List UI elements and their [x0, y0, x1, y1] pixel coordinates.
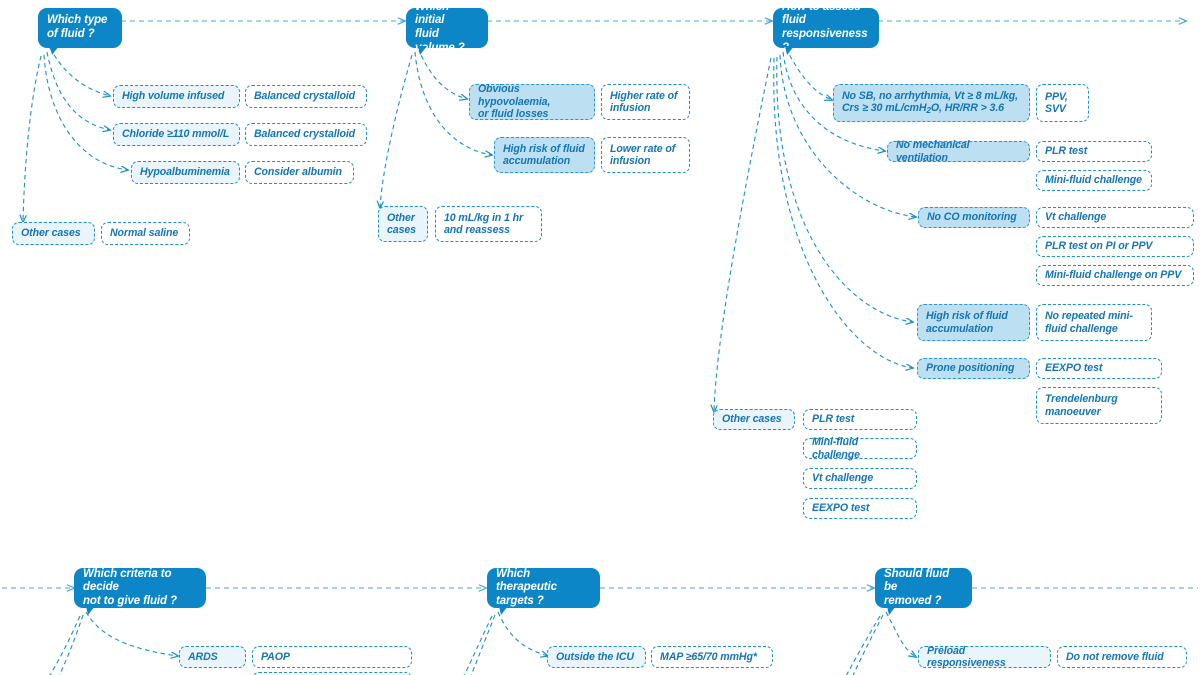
condition-no-sb-no-arrhythmia[interactable]: No SB, no arrhythmia, Vt ≥ 8 mL/kg, Crs …	[833, 84, 1030, 122]
condition-label: Obvious hypovolaemia, or fluid losses	[478, 83, 551, 121]
question-label-fluid-removal: Should fluid be removed ?	[884, 567, 950, 607]
condition-high-risk-accumulation-resp[interactable]: High risk of fluid accumulation	[917, 304, 1030, 341]
condition-label: Hypoalbuminemia	[140, 166, 230, 179]
action-mini-fluid-challenge-2[interactable]: Mini-fluid challenge	[803, 436, 917, 461]
question-label-fluid-type: Which type of fluid ?	[47, 14, 108, 40]
condition-high-volume-infused[interactable]: High volume infused	[113, 85, 240, 108]
flowchart-canvas: Which type of fluid ? High volume infuse…	[0, 0, 1200, 675]
condition-hypoalbuminemia[interactable]: Hypoalbuminemia	[131, 161, 240, 184]
action-plr-test-pi-ppv[interactable]: PLR test on PI or PPV	[1036, 236, 1194, 257]
condition-label: No mechanical ventilation	[896, 139, 970, 164]
action-label: MAP ≥65/70 mmHg*	[660, 650, 757, 663]
action-balanced-crystalloid-2[interactable]: Balanced crystalloid	[245, 123, 367, 146]
action-higher-rate-infusion[interactable]: Higher rate of infusion	[601, 84, 690, 120]
action-label: Do not remove fluid	[1066, 650, 1164, 663]
condition-label: Chloride ≥110 mmol/L	[122, 128, 230, 141]
action-label: PPV, SVV	[1045, 90, 1068, 116]
action-label: Mini-fluid challenge	[812, 436, 860, 461]
action-label: Balanced crystalloid	[254, 90, 356, 103]
action-lower-rate-infusion[interactable]: Lower rate of infusion	[601, 137, 690, 173]
condition-other-cases-responsiveness[interactable]: Other cases	[713, 409, 795, 430]
action-label: Vt challenge	[812, 472, 874, 485]
action-label: Vt challenge	[1045, 211, 1107, 224]
condition-label: Other cases	[21, 227, 81, 240]
action-balanced-crystalloid-1[interactable]: Balanced crystalloid	[245, 85, 367, 108]
condition-chloride-110[interactable]: Chloride ≥110 mmol/L	[113, 123, 240, 146]
action-label: 10 mL/kg in 1 hr and reassess	[444, 211, 524, 237]
action-vt-challenge-2[interactable]: Vt challenge	[803, 468, 917, 489]
action-eexpo-test-2[interactable]: EEXPO test	[803, 498, 917, 519]
question-box-fluid-type[interactable]: Which type of fluid ?	[38, 8, 122, 55]
question-box-fluid-responsiveness[interactable]: How to assess fluid responsiveness ?	[773, 1, 879, 55]
question-box-therapeutic-targets[interactable]: Which therapeutic targets ?	[487, 567, 600, 615]
action-eexpo-test-1[interactable]: EEXPO test	[1036, 358, 1162, 379]
condition-label: Other cases	[387, 211, 416, 237]
condition-no-co-monitoring[interactable]: No CO monitoring	[918, 207, 1030, 228]
action-label: EEXPO test	[1045, 362, 1103, 375]
question-label-therapeutic-targets: Which therapeutic targets ?	[496, 567, 557, 607]
condition-other-cases-fluid-type[interactable]: Other cases	[12, 222, 95, 245]
question-box-fluid-removal[interactable]: Should fluid be removed ?	[875, 567, 972, 615]
condition-preload-responsiveness[interactable]: Preload responsiveness	[918, 644, 1051, 670]
question-box-no-fluid-criteria[interactable]: Which criteria to decide not to give flu…	[74, 567, 206, 615]
condition-prone-positioning[interactable]: Prone positioning	[917, 358, 1030, 379]
condition-label: No SB, no arrhythmia, Vt ≥ 8 mL/kg, Crs …	[842, 89, 1018, 116]
callout-tail	[499, 606, 508, 615]
action-label: Consider albumin	[254, 166, 342, 179]
question-label-no-fluid-criteria: Which criteria to decide not to give flu…	[83, 567, 177, 607]
condition-high-risk-accumulation-vol[interactable]: High risk of fluid accumulation	[494, 137, 595, 173]
condition-label: Preload responsiveness	[927, 644, 1006, 670]
action-label: Normal saline	[110, 227, 179, 240]
action-label: PAOP	[261, 650, 290, 663]
action-mini-fluid-challenge-ppv[interactable]: Mini-fluid challenge on PPV	[1036, 265, 1194, 286]
action-consider-albumin[interactable]: Consider albumin	[245, 161, 354, 184]
condition-label: High risk of fluid accumulation	[503, 142, 585, 168]
condition-label: ARDS	[188, 650, 218, 663]
condition-other-cases-volume[interactable]: Other cases	[378, 206, 428, 242]
action-trendelenburg-manoeuver[interactable]: Trendelenburg manoeuver	[1036, 387, 1162, 424]
condition-label: Prone positioning	[926, 362, 1015, 375]
action-label: Lower rate of infusion	[610, 142, 676, 168]
action-label: Higher rate of infusion	[610, 89, 678, 115]
condition-label: No CO monitoring	[927, 211, 1017, 224]
question-box-initial-volume[interactable]: Which initial fluid volume ?	[406, 1, 488, 55]
action-plr-test-2[interactable]: PLR test	[803, 409, 917, 430]
condition-no-mechanical-ventilation[interactable]: No mechanical ventilation	[887, 139, 1030, 164]
action-label: PLR test	[1045, 145, 1088, 158]
action-label: EEXPO test	[812, 502, 870, 515]
action-label: Mini-fluid challenge	[1045, 174, 1142, 187]
condition-label: High volume infused	[122, 90, 225, 103]
condition-obvious-hypovolaemia[interactable]: Obvious hypovolaemia, or fluid losses	[469, 83, 595, 121]
action-paop[interactable]: PAOP	[252, 646, 412, 668]
callout-tail	[887, 606, 896, 615]
action-ppv-svv[interactable]: PPV, SVV	[1036, 84, 1089, 122]
action-label: Mini-fluid challenge on PPV	[1045, 269, 1182, 282]
action-label: No repeated mini- fluid challenge	[1045, 310, 1133, 335]
action-label: PLR test	[812, 413, 855, 426]
question-label-fluid-responsiveness: How to assess fluid responsiveness ?	[782, 0, 868, 54]
callout-tail	[86, 606, 95, 615]
action-map-target[interactable]: MAP ≥65/70 mmHg*	[651, 646, 773, 668]
condition-label: High risk of fluid accumulation	[926, 310, 1008, 335]
action-do-not-remove-fluid[interactable]: Do not remove fluid	[1057, 646, 1187, 668]
action-vt-challenge-1[interactable]: Vt challenge	[1036, 207, 1194, 228]
condition-outside-the-icu[interactable]: Outside the ICU	[547, 646, 646, 668]
condition-label: Other cases	[722, 413, 782, 426]
action-label: Trendelenburg manoeuver	[1045, 393, 1118, 418]
action-label: PLR test on PI or PPV	[1045, 240, 1153, 253]
action-mini-fluid-challenge-1[interactable]: Mini-fluid challenge	[1036, 170, 1152, 191]
condition-ards[interactable]: ARDS	[179, 646, 246, 668]
action-label: Balanced crystalloid	[254, 128, 356, 141]
condition-label: Outside the ICU	[556, 650, 634, 663]
callout-tail	[50, 46, 59, 55]
action-normal-saline[interactable]: Normal saline	[101, 222, 190, 245]
action-10mlkg-1hr[interactable]: 10 mL/kg in 1 hr and reassess	[435, 206, 542, 242]
action-no-repeated-mini-fluid-challenge[interactable]: No repeated mini- fluid challenge	[1036, 304, 1152, 341]
action-plr-test-1[interactable]: PLR test	[1036, 141, 1152, 162]
